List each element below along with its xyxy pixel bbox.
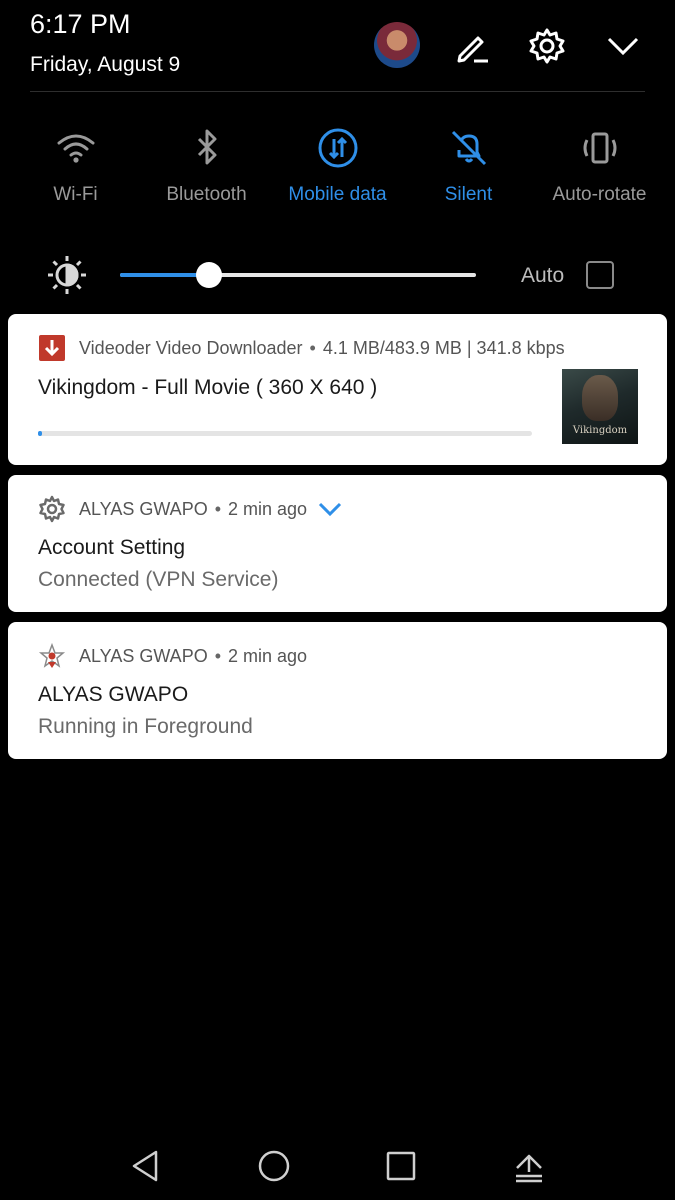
user-avatar[interactable] [374, 22, 420, 68]
notification-app-name: Videoder Video Downloader [79, 337, 303, 358]
back-button[interactable] [126, 1146, 166, 1186]
gear-icon[interactable] [527, 26, 567, 66]
auto-brightness-checkbox[interactable] [586, 261, 614, 289]
notification-title: Account Setting [38, 536, 186, 559]
notification-app-name: ALYAS GWAPO [79, 645, 208, 666]
home-button[interactable] [254, 1146, 294, 1186]
notification-time: 2 min ago [228, 498, 308, 519]
notification-shade-button[interactable] [509, 1146, 549, 1186]
gear-icon [38, 495, 66, 523]
clock-time: 6:17 PM [30, 9, 131, 39]
auto-rotate-icon [583, 132, 616, 164]
recents-icon [386, 1151, 416, 1181]
pencil-icon[interactable] [452, 26, 492, 66]
notification-foreground[interactable]: ALYAS GWAPO • 2 min ago ALYAS GWAPO Runn… [8, 622, 667, 759]
notification-body: Connected (VPN Service) [38, 568, 279, 591]
toggle-label: Bluetooth [166, 184, 247, 205]
recents-button[interactable] [381, 1146, 421, 1186]
notification-title: ALYAS GWAPO [38, 683, 189, 706]
app-logo-icon [38, 642, 66, 670]
separator-dot: • [214, 498, 222, 519]
download-progress-fill [38, 431, 43, 436]
brightness-slider[interactable] [120, 262, 476, 288]
toggle-label: Mobile data [288, 184, 387, 205]
notification-header: ALYAS GWAPO • 2 min ago [38, 495, 343, 523]
toggle-mobile-data[interactable]: Mobile data [272, 126, 403, 216]
notification-download[interactable]: Videoder Video Downloader • 4.1 MB/483.9… [8, 314, 667, 465]
toggle-label: Wi-Fi [53, 184, 98, 205]
toggle-wifi[interactable]: Wi-Fi [10, 126, 141, 216]
separator-dot: • [309, 337, 316, 358]
download-icon [38, 334, 66, 362]
silent-icon [451, 130, 486, 166]
notification-header: Videoder Video Downloader • 4.1 MB/483.9… [38, 334, 565, 362]
home-icon [258, 1150, 290, 1182]
status-header: 6:17 PM Friday, August 9 [0, 0, 675, 92]
notification-vpn[interactable]: ALYAS GWAPO • 2 min ago Account Setting … [8, 475, 667, 612]
notification-time: 2 min ago [228, 645, 308, 666]
chevron-down-icon[interactable] [603, 26, 643, 66]
clock-date[interactable]: Friday, August 9 [30, 53, 180, 77]
thumbnail-figure [582, 375, 618, 421]
brightness-icon [48, 256, 86, 294]
notification-title: Vikingdom - Full Movie ( 360 X 640 ) [38, 376, 378, 399]
toggle-auto-rotate[interactable]: Auto-rotate [534, 126, 665, 216]
thumbnail-caption: Vikingdom [572, 425, 628, 436]
auto-brightness-label: Auto [521, 264, 565, 287]
bluetooth-icon [197, 129, 216, 165]
notification-app-name: ALYAS GWAPO [79, 498, 208, 519]
toggle-label: Silent [444, 184, 493, 205]
toggle-bluetooth[interactable]: Bluetooth [141, 126, 272, 216]
back-icon [132, 1150, 158, 1182]
mobile-data-icon [318, 128, 357, 168]
download-progress-text: 4.1 MB/483.9 MB | 341.8 kbps [322, 337, 565, 358]
toggle-label: Auto-rotate [552, 184, 647, 205]
expand-chevron-icon[interactable] [317, 500, 343, 518]
brightness-slider-thumb[interactable] [196, 262, 222, 288]
header-divider [30, 91, 645, 92]
toggle-silent[interactable]: Silent [403, 126, 534, 216]
notification-body: Running in Foreground [38, 715, 253, 738]
wifi-icon [57, 134, 94, 163]
notification-header: ALYAS GWAPO • 2 min ago [38, 642, 307, 670]
separator-dot: • [214, 645, 222, 666]
video-thumbnail: Vikingdom [562, 369, 638, 444]
notification-shade-icon [516, 1154, 542, 1183]
download-progress-bar [38, 431, 532, 436]
